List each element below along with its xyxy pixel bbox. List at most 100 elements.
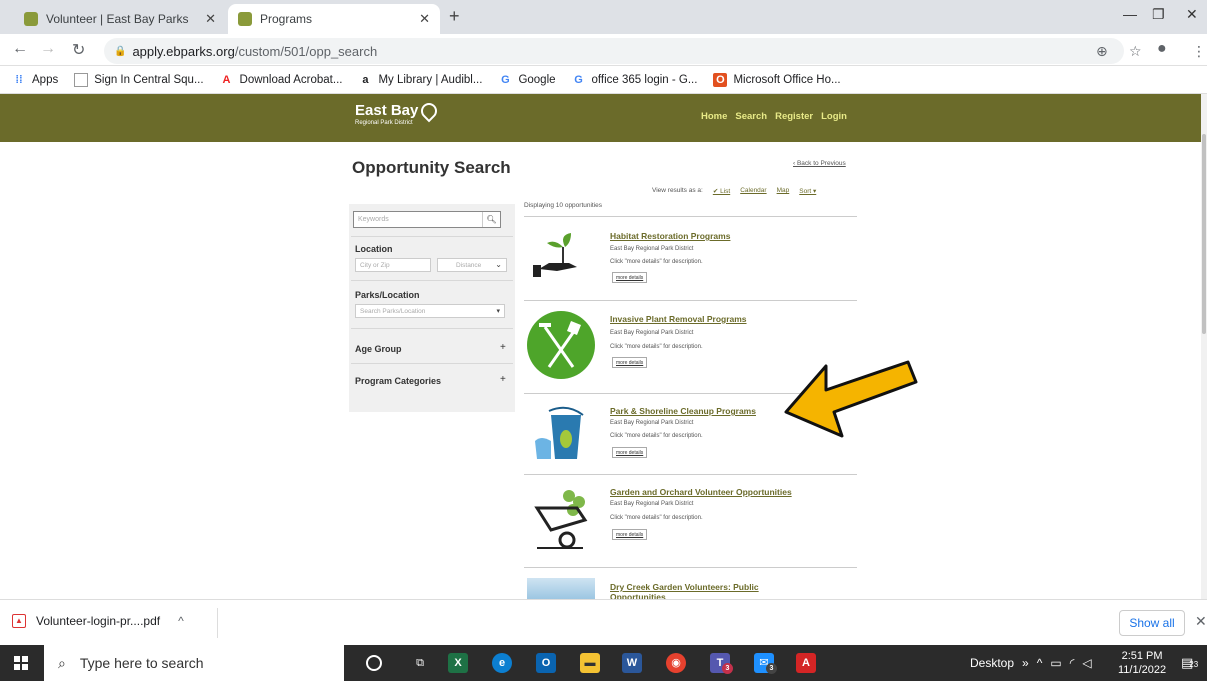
volume-icon[interactable]: ◁	[1082, 656, 1091, 670]
taskbar-clock[interactable]: 2:51 PM 11/1/2022	[1118, 649, 1166, 677]
file-explorer-icon[interactable]: ▬	[580, 653, 600, 673]
cortana-icon[interactable]	[366, 655, 382, 671]
site-logo[interactable]: East Bay Regional Park District	[355, 99, 441, 126]
ebparks-favicon	[24, 12, 38, 26]
program-categories-toggle[interactable]: Program Categories	[355, 376, 441, 386]
word-icon[interactable]: W	[622, 653, 642, 673]
result-thumbnail	[527, 578, 595, 599]
tab-title: Programs	[260, 12, 313, 26]
close-download-shelf-icon[interactable]: ✕	[1195, 613, 1207, 630]
back-to-previous-link[interactable]: ‹ Back to Previous	[793, 160, 846, 167]
logo-subtitle: Regional Park District	[355, 120, 413, 126]
more-details-button[interactable]: more details	[612, 357, 648, 368]
show-all-button[interactable]: Show all	[1119, 610, 1185, 636]
outlook-icon[interactable]: O	[536, 653, 556, 673]
location-label: Location	[355, 244, 393, 254]
scrollbar-thumb[interactable]	[1202, 134, 1206, 334]
wifi-icon[interactable]: ◜	[1070, 656, 1075, 670]
new-tab-button[interactable]: +	[449, 6, 460, 27]
close-tab-icon[interactable]: ✕	[205, 11, 216, 27]
bookmark-sign-in[interactable]: Sign In Central Squ...	[74, 72, 204, 87]
divider	[351, 280, 513, 281]
chevron-down-icon: ⌄	[495, 260, 502, 269]
view-map-link[interactable]: Map	[777, 187, 790, 195]
restore-icon[interactable]: ❐	[1152, 6, 1165, 23]
battery-icon[interactable]: ▭	[1050, 656, 1061, 670]
task-view-icon[interactable]: ⧉	[410, 653, 430, 673]
more-details-button[interactable]: more details	[612, 272, 648, 283]
forward-arrow-icon[interactable]: →	[40, 40, 56, 58]
acrobat-icon[interactable]: A	[796, 653, 816, 673]
nav-login[interactable]: Login	[821, 111, 847, 122]
more-details-button[interactable]: more details	[612, 529, 648, 540]
page-scrollbar[interactable]	[1201, 94, 1207, 599]
close-window-icon[interactable]: ✕	[1186, 6, 1198, 23]
result-title-link[interactable]: Invasive Plant Removal Programs	[610, 314, 747, 324]
bookmark-label: office 365 login - G...	[591, 73, 698, 86]
result-description: Click "more details" for description.	[610, 344, 703, 350]
bookmark-office-home[interactable]: O Microsoft Office Ho...	[713, 72, 841, 87]
close-tab-icon[interactable]: ✕	[419, 11, 430, 27]
list-item: Habitat Restoration Programs East Bay Re…	[524, 217, 857, 301]
nav-search[interactable]: Search	[735, 111, 767, 122]
expand-plus-icon[interactable]: +	[500, 374, 506, 385]
result-description: Click "more details" for description.	[610, 259, 703, 265]
back-arrow-icon[interactable]: ←	[12, 40, 28, 58]
taskbar-search-box[interactable]: ⌕ Type here to search	[44, 645, 344, 681]
reload-icon[interactable]: ↻	[72, 40, 85, 60]
sort-dropdown[interactable]: Sort ▾	[799, 187, 816, 195]
download-shelf: ▲ Volunteer-login-pr....pdf ^ Show all ✕	[0, 599, 1207, 645]
nav-register[interactable]: Register	[775, 111, 813, 122]
windows-start-icon[interactable]	[14, 656, 28, 670]
bookmark-office365[interactable]: G office 365 login - G...	[572, 73, 698, 87]
clock-date: 11/1/2022	[1118, 664, 1167, 676]
profile-avatar-icon[interactable]: ●	[1157, 40, 1167, 58]
amazon-icon: a	[362, 73, 369, 86]
chrome-icon[interactable]: ◉	[666, 653, 686, 673]
results-count: Displaying 10 opportunities	[524, 202, 603, 209]
mail-icon[interactable]: ✉ 3	[754, 653, 777, 674]
divider	[351, 328, 513, 329]
zoom-icon[interactable]: ⊕	[1096, 43, 1108, 60]
chevron-right-icon[interactable]: »	[1022, 656, 1029, 670]
wheelbarrow-icon	[534, 490, 588, 549]
age-group-toggle[interactable]: Age Group	[355, 344, 402, 354]
teams-icon[interactable]: T3	[710, 653, 733, 674]
minimize-icon[interactable]: —	[1123, 6, 1137, 22]
chevron-up-icon[interactable]: ^	[178, 614, 184, 628]
view-list-link[interactable]: ✔ List	[713, 187, 730, 195]
chevron-up-icon[interactable]: ^	[1037, 656, 1043, 670]
distance-select[interactable]: Distance ⌄	[437, 258, 507, 272]
bookmark-audible[interactable]: a My Library | Audibl...	[358, 73, 482, 87]
parks-location-select[interactable]: Search Parks/Location ▾	[355, 304, 505, 318]
result-title-link[interactable]: Dry Creek Garden Volunteers: Public Oppo…	[610, 582, 780, 599]
bookmark-star-icon[interactable]: ☆	[1129, 43, 1142, 60]
result-title-link[interactable]: Habitat Restoration Programs	[610, 231, 730, 241]
tab-programs[interactable]: Programs ✕	[228, 4, 440, 34]
site-header: East Bay Regional Park District Home Sea…	[0, 94, 1201, 142]
download-item[interactable]: ▲ Volunteer-login-pr....pdf ^	[12, 614, 184, 628]
address-bar[interactable]: 🔒 apply.ebparks.org/custom/501/opp_searc…	[104, 38, 1124, 64]
expand-plus-icon[interactable]: +	[500, 342, 506, 353]
nav-home[interactable]: Home	[701, 111, 727, 122]
result-title-link[interactable]: Garden and Orchard Volunteer Opportuniti…	[610, 487, 792, 497]
notification-count: 23	[1189, 660, 1199, 669]
bookmark-acrobat[interactable]: A Download Acrobat...	[220, 73, 343, 87]
notification-center-icon[interactable]: ▤23	[1181, 655, 1198, 671]
search-icon[interactable]: 🔍︎	[482, 212, 500, 227]
shovel-rake-icon	[527, 311, 595, 379]
view-calendar-link[interactable]: Calendar	[740, 187, 766, 195]
keywords-input[interactable]: Keywords	[353, 211, 501, 228]
city-zip-input[interactable]: City or Zip	[355, 258, 431, 272]
desktop-toolbar-label[interactable]: Desktop	[970, 656, 1014, 670]
result-org: East Bay Regional Park District	[610, 501, 694, 507]
tab-volunteer[interactable]: Volunteer | East Bay Parks ✕	[14, 4, 226, 34]
excel-icon[interactable]: X	[448, 653, 468, 673]
result-title-link[interactable]: Park & Shoreline Cleanup Programs	[610, 406, 756, 416]
bookmark-apps[interactable]: ⁞⁞ Apps	[12, 73, 58, 87]
bookmark-label: Download Acrobat...	[239, 73, 343, 86]
more-details-button[interactable]: more details	[612, 447, 648, 458]
bookmark-google[interactable]: G Google	[498, 73, 555, 87]
menu-kebab-icon[interactable]: ⋮	[1192, 43, 1206, 60]
edge-icon[interactable]: e	[492, 653, 512, 673]
